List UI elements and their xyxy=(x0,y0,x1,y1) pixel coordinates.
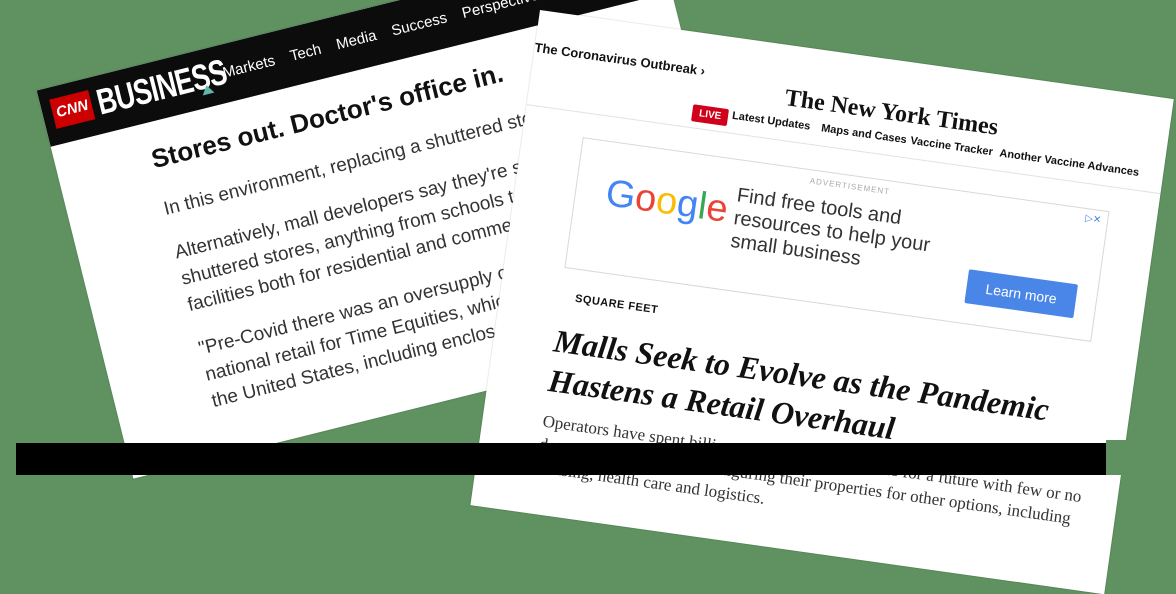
cnn-nav-markets[interactable]: Markets xyxy=(221,52,277,81)
cnn-nav-media[interactable]: Media xyxy=(335,27,379,53)
bottom-black-bar xyxy=(16,443,1176,475)
cnn-nav-tech[interactable]: Tech xyxy=(288,41,323,65)
live-badge[interactable]: LIVE xyxy=(691,104,730,127)
cnn-nav-perspectives[interactable]: Perspectives xyxy=(460,0,547,22)
nyt-screenshot: The Coronavirus Outbreak › The New York … xyxy=(470,10,1174,594)
bottom-right-green-patch xyxy=(1106,440,1176,475)
learn-more-button[interactable]: Learn more xyxy=(964,269,1079,319)
ad-choices-icon[interactable]: ▷✕ xyxy=(1084,213,1101,226)
google-logo: Google xyxy=(603,172,731,231)
cnn-logo[interactable]: CNN xyxy=(49,90,96,129)
nyt-outbreak-link[interactable]: The Coronavirus Outbreak › xyxy=(534,40,706,79)
cnn-nav-success[interactable]: Success xyxy=(390,9,449,39)
ad-copy: Find free tools and resources to help yo… xyxy=(729,184,932,270)
ad-label: ADVERTISEMENT xyxy=(809,176,891,197)
tab-another-vaccine[interactable]: Another Vaccine Advances xyxy=(999,147,1140,178)
article-kicker[interactable]: SQUARE FEET xyxy=(574,293,659,317)
